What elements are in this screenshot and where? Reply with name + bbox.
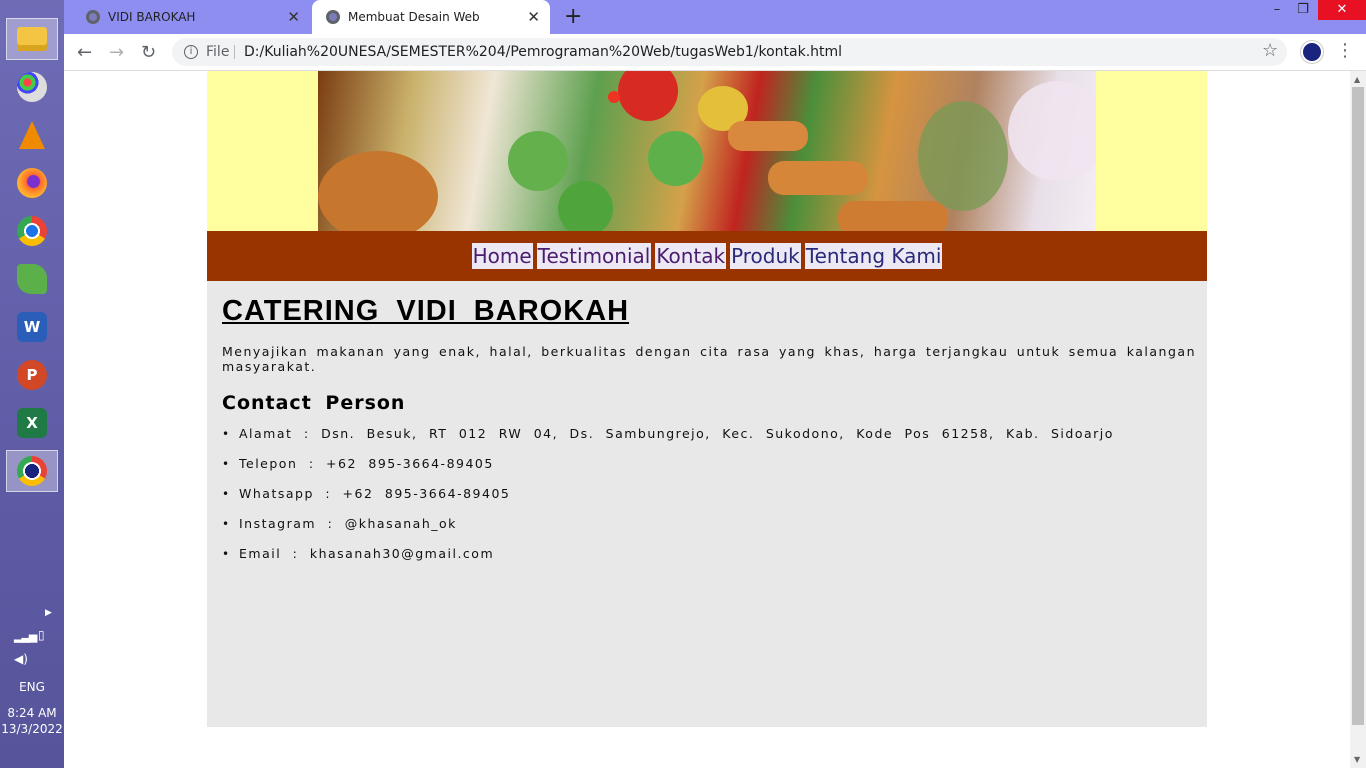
vlc-icon[interactable] <box>6 114 58 156</box>
site-info-icon[interactable]: i <box>184 45 198 59</box>
chrome-profile-icon[interactable] <box>6 450 58 492</box>
main-nav: Home Testimonial Kontak Produk Tentang K… <box>207 231 1207 281</box>
close-window-button[interactable]: ✕ <box>1318 0 1366 20</box>
scheme-label: File <box>206 44 230 60</box>
tab-title: Membuat Desain Web <box>348 10 480 24</box>
contact-instagram: Instagram : @khasanah_ok <box>222 516 1196 546</box>
scroll-up-icon[interactable]: ▲ <box>1354 75 1360 84</box>
volume-icon[interactable]: ◀) <box>14 652 28 666</box>
taskbar: W P X ▶ ▂▃▅ ▯ ◀) ENG 8:24 AM 13/3/2022 <box>0 0 64 768</box>
scroll-down-icon[interactable]: ▼ <box>1354 755 1360 764</box>
menu-icon[interactable]: ⋮ <box>1336 40 1354 61</box>
divider <box>234 45 235 59</box>
green-app-icon[interactable] <box>6 258 58 300</box>
page-container: Home Testimonial Kontak Produk Tentang K… <box>207 71 1207 727</box>
nav-kontak[interactable]: Kontak <box>655 243 727 269</box>
close-tab-icon[interactable]: ✕ <box>527 8 540 26</box>
page-viewport: Home Testimonial Kontak Produk Tentang K… <box>64 71 1350 768</box>
contact-email: Email : khasanah30@gmail.com <box>222 546 1196 576</box>
signal-icon[interactable]: ▂▃▅ <box>14 630 37 643</box>
header-banner <box>207 71 1207 231</box>
language-indicator[interactable]: ENG <box>0 680 64 694</box>
chrome-icon[interactable] <box>6 210 58 252</box>
clock-date[interactable]: 13/3/2022 <box>0 722 64 736</box>
firefox-icon[interactable] <box>6 162 58 204</box>
globe-icon <box>86 10 100 24</box>
contact-phone: Telepon : +62 895-3664-89405 <box>222 456 1196 486</box>
clock-time[interactable]: 8:24 AM <box>0 706 64 720</box>
back-icon[interactable]: ← <box>77 42 92 63</box>
tab-strip: VIDI BAROKAH ✕ Membuat Desain Web ✕ + – … <box>64 0 1366 34</box>
show-hidden-icons-icon[interactable]: ▶ <box>45 608 52 618</box>
paint-icon[interactable] <box>6 66 58 108</box>
main-content: CATERING VIDI BAROKAH Menyajikan makanan… <box>207 281 1207 727</box>
nav-home[interactable]: Home <box>471 243 533 269</box>
tab-vidi-barokah[interactable]: VIDI BAROKAH ✕ <box>72 0 310 34</box>
close-tab-icon[interactable]: ✕ <box>287 8 300 26</box>
contact-list: Alamat : Dsn. Besuk, RT 012 RW 04, Ds. S… <box>222 426 1196 576</box>
powerpoint-icon[interactable]: P <box>6 354 58 396</box>
scrollbar-thumb[interactable] <box>1352 87 1364 725</box>
file-explorer-icon[interactable] <box>6 18 58 60</box>
nav-produk[interactable]: Produk <box>730 243 801 269</box>
excel-icon[interactable]: X <box>6 402 58 444</box>
word-icon[interactable]: W <box>6 306 58 348</box>
tagline: Menyajikan makanan yang enak, halal, ber… <box>222 344 1196 374</box>
contact-address: Alamat : Dsn. Besuk, RT 012 RW 04, Ds. S… <box>222 426 1196 456</box>
page-title: CATERING VIDI BAROKAH <box>222 295 630 327</box>
new-tab-button[interactable]: + <box>564 4 582 29</box>
tab-title: VIDI BAROKAH <box>108 10 196 24</box>
profile-avatar[interactable] <box>1301 41 1323 63</box>
food-banner-image <box>318 71 1096 231</box>
reload-icon[interactable]: ↻ <box>141 42 156 63</box>
address-bar[interactable]: i File D:/Kuliah%20UNESA/SEMESTER%204/Pe… <box>172 38 1287 66</box>
battery-icon[interactable]: ▯ <box>38 628 45 642</box>
globe-icon <box>326 10 340 24</box>
nav-testimonial[interactable]: Testimonial <box>536 243 652 269</box>
system-tray: ▶ ▂▃▅ ▯ ◀) ENG 8:24 AM 13/3/2022 <box>0 608 64 768</box>
contact-whatsapp: Whatsapp : +62 895-3664-89405 <box>222 486 1196 516</box>
contact-person-heading: Contact Person <box>222 392 406 414</box>
vertical-scrollbar[interactable]: ▲ ▼ <box>1350 71 1366 768</box>
forward-icon[interactable]: → <box>109 42 124 63</box>
url-text[interactable]: D:/Kuliah%20UNESA/SEMESTER%204/Pemrogram… <box>244 38 842 66</box>
nav-tentang-kami[interactable]: Tentang Kami <box>804 243 943 269</box>
bookmark-star-icon[interactable]: ☆ <box>1262 40 1278 61</box>
tab-membuat-desain-web[interactable]: Membuat Desain Web ✕ <box>312 0 550 34</box>
toolbar: ← → ↻ i File D:/Kuliah%20UNESA/SEMESTER%… <box>64 34 1366 71</box>
